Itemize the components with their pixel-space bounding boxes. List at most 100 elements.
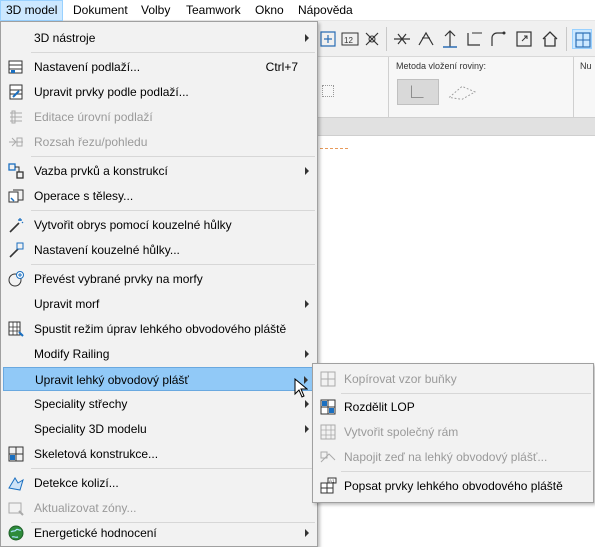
menu-item-label: Aktualizovat zóny... [34,501,137,515]
svg-text:12: 12 [344,36,353,45]
plane-method-button[interactable] [397,79,439,105]
submenu-item-copy-cell-pattern: Kopírovat vzor buňky [315,367,591,391]
submenu-item-label: Vytvořit společný rám [344,425,459,439]
collision-detection-icon [7,474,25,492]
submenu-item-label-elements[interactable]: A1 Popsat prvky lehkého obvodového plášt… [315,474,591,498]
menu-item-label: Skeletová konstrukce... [34,447,159,461]
menu-item-roof-special[interactable]: Speciality střechy [3,392,315,416]
home-icon[interactable] [540,29,560,49]
menu-item-floor-levels: Editace úrovní podlaží [3,105,315,129]
menu-okno[interactable]: Okno [250,0,289,21]
adjust-icon[interactable] [416,29,436,49]
menu-item-skeleton[interactable]: Skeletová konstrukce... [3,442,315,466]
menu-3d-model[interactable]: 3D model [0,0,64,21]
menu-item-solid-operations[interactable]: Operace s tělesy... [3,184,315,208]
menu-item-label: Spustit režim úprav lehkého obvodového p… [34,322,287,336]
section-range-icon [7,133,25,151]
submenu-item-split-curtain-wall[interactable]: Rozdělit LOP [315,395,591,419]
offset-icon[interactable] [514,29,534,49]
menu-item-label: Nastavení kouzelné hůlky... [34,243,180,257]
menu-item-3d-tools[interactable]: 3D nástroje [3,26,315,50]
submenu-arrow-icon [305,34,309,42]
menu-item-label: Převést vybrané prvky na morfy [34,272,203,286]
magic-wand-settings-icon [7,241,25,259]
mouse-pointer-icon [294,378,308,398]
label-elements-icon: A1 [319,477,337,495]
menu-item-label: Nastavení podlaží... [34,60,141,74]
submenu-arrow-icon [305,300,309,308]
menu-item-label: Energetické hodnocení [34,526,157,540]
menu-item-label: Operace s tělesy... [34,189,134,203]
menu-item-magic-wand-outline[interactable]: Vytvořit obrys pomocí kouzelné hůlky [3,213,315,237]
cut-label: Nu [580,61,592,71]
submenu-item-label: Kopírovat vzor buňky [344,372,457,386]
submenu-item-common-frame: Vytvořit společný rám [315,420,591,444]
menu-item-label: Speciality střechy [34,397,128,411]
corner-icon[interactable] [464,29,484,49]
info-box: Metoda vložení roviny: Nu [318,57,595,118]
fillet-icon[interactable] [488,29,508,49]
menu-teamwork[interactable]: Teamwork [181,0,246,21]
solid-operations-icon [7,187,25,205]
menu-item-collision-detection[interactable]: Detekce kolizí... [3,471,315,495]
menu-item-magic-wand-settings[interactable]: Nastavení kouzelné hůlky... [3,238,315,262]
curtain-wall-edit-icon [7,320,25,338]
intersection-icon[interactable] [362,29,382,49]
menu-item-shortcut: Ctrl+7 [265,60,298,74]
floor-settings-icon [7,58,25,76]
menu-item-energy-evaluation[interactable]: Energetické hodnocení [3,521,315,545]
menu-item-label: Speciality 3D modelu [34,422,147,436]
toolbar: 12 [318,21,595,57]
menu-item-3d-model-special[interactable]: Speciality 3D modelu [3,417,315,441]
submenu-item-connect-wall: Napojit zeď na lehký obvodový plášť... [315,445,591,469]
dimension-icon[interactable]: 12 [340,29,360,49]
menu-bar: 3D model Dokument Volby Teamwork Okno Ná… [0,0,595,21]
submenu-arrow-icon [305,167,309,175]
convert-morph-icon [7,270,25,288]
edit-by-floor-icon [7,83,25,101]
canvas-dashed-line [320,148,348,149]
svg-text:A1: A1 [329,479,335,484]
curtain-wall-submenu: Kopírovat vzor buňky Rozdělit LOP Vytvoř… [312,363,594,503]
align-icon[interactable] [440,29,460,49]
submenu-item-label: Popsat prvky lehkého obvodového pláště [344,479,563,493]
menu-item-modify-morph[interactable]: Upravit morf [3,292,315,316]
menu-item-label: Vytvořit obrys pomocí kouzelné hůlky [34,218,232,232]
selection-handle [322,85,334,97]
menu-item-curtain-wall-edit-mode[interactable]: Spustit režim úprav lehkého obvodového p… [3,317,315,341]
menu-item-edit-by-floor[interactable]: Upravit prvky podle podlaží... [3,80,315,104]
copy-cell-pattern-icon [319,370,337,388]
connect-wall-icon [319,448,337,466]
submenu-arrow-icon [305,400,309,408]
menu-item-label: 3D nástroje [34,31,96,45]
common-frame-icon [319,423,337,441]
menu-item-label: Editace úrovní podlaží [34,110,153,124]
submenu-item-label: Napojit zeď na lehký obvodový plášť... [344,450,548,464]
menu-item-modify-railing[interactable]: Modify Railing [3,342,315,366]
menu-item-label: Modify Railing [34,347,110,361]
grid-select-icon[interactable] [572,29,592,49]
skeleton-icon [7,445,25,463]
submenu-item-label: Rozdělit LOP [344,400,415,414]
menu-item-label: Upravit lehký obvodový plášť [35,373,189,387]
menu-item-label: Upravit morf [34,297,100,311]
menu-item-modify-curtain-wall[interactable]: Upravit lehký obvodový plášť [3,367,315,391]
menu-item-floor-settings[interactable]: Nastavení podlaží... Ctrl+7 [3,55,315,79]
snap-icon[interactable] [318,29,338,49]
menu-item-element-link[interactable]: Vazba prvků a konstrukcí [3,159,315,183]
menu-item-section-range: Rozsah řezu/pohledu [3,130,315,154]
submenu-arrow-icon [305,529,309,537]
menu-volby[interactable]: Volby [136,0,175,21]
menu-item-label: Detekce kolizí... [34,476,119,490]
menu-item-convert-to-morph[interactable]: Převést vybrané prvky na morfy [3,267,315,291]
floor-levels-icon [7,108,25,126]
plane-method-alt-button[interactable] [443,79,485,105]
menu-napoveda[interactable]: Nápověda [293,0,358,21]
split-curtain-wall-icon [319,398,337,416]
energy-globe-icon [7,524,25,542]
menu-dokument[interactable]: Dokument [68,0,133,21]
menu-item-update-zones: Aktualizovat zóny... [3,496,315,520]
element-link-icon [7,162,25,180]
split-icon[interactable] [392,29,412,49]
method-label: Metoda vložení roviny: [396,61,487,71]
